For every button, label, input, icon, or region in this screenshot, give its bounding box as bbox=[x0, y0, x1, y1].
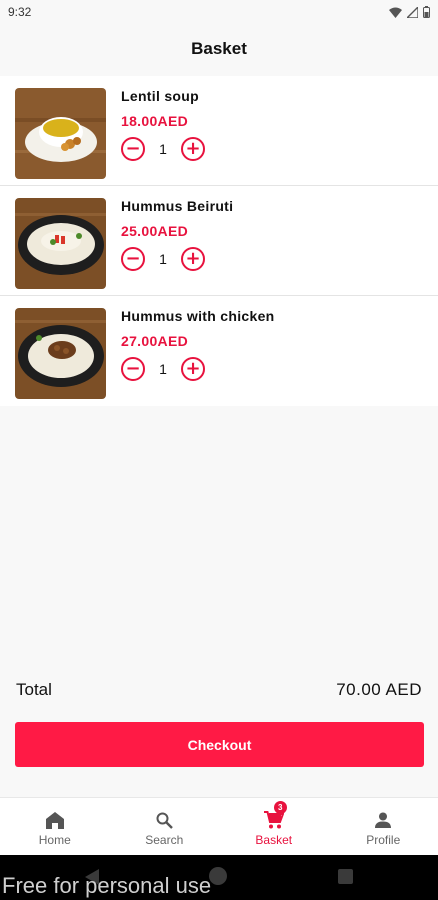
checkout-label: Checkout bbox=[187, 736, 252, 753]
home-button-icon[interactable] bbox=[209, 867, 227, 885]
decrease-quantity-button[interactable]: − bbox=[121, 137, 145, 161]
total-row: Total 70.00 AED bbox=[16, 676, 422, 704]
quantity-stepper: − 1 + bbox=[121, 357, 205, 381]
increase-quantity-button[interactable]: + bbox=[181, 357, 205, 381]
nav-label: Search bbox=[145, 833, 184, 847]
quantity-value: 1 bbox=[159, 141, 167, 157]
basket-item: Hummus Beiruti 25.00AED − 1 + bbox=[0, 186, 438, 296]
basket-item: Lentil soup 18.00AED − 1 + bbox=[0, 76, 438, 186]
person-icon bbox=[375, 810, 392, 830]
watermark: Free for personal use bbox=[2, 873, 212, 898]
nav-item-profile[interactable]: Profile bbox=[329, 798, 438, 855]
decrease-quantity-button[interactable]: − bbox=[121, 247, 145, 271]
nav-item-basket[interactable]: 3 Basket bbox=[219, 798, 329, 855]
quantity-value: 1 bbox=[159, 361, 167, 377]
page-title: Basket bbox=[191, 39, 247, 58]
nav-item-search[interactable]: Search bbox=[110, 798, 220, 855]
decrease-quantity-button[interactable]: − bbox=[121, 357, 145, 381]
item-name: Hummus with chicken bbox=[121, 308, 275, 324]
item-name: Lentil soup bbox=[121, 88, 199, 104]
increase-quantity-button[interactable]: + bbox=[181, 247, 205, 271]
item-name: Hummus Beiruti bbox=[121, 198, 234, 214]
checkout-button[interactable]: Checkout bbox=[15, 722, 424, 767]
quantity-stepper: − 1 + bbox=[121, 247, 205, 271]
app-bar: Basket bbox=[0, 24, 438, 74]
signal-icon bbox=[407, 6, 418, 18]
battery-icon bbox=[423, 6, 430, 18]
status-time: 9:32 bbox=[8, 5, 32, 19]
home-icon bbox=[45, 810, 64, 830]
basket-item: Hummus with chicken 27.00AED − 1 + bbox=[0, 296, 438, 406]
item-price: 18.00AED bbox=[121, 113, 188, 129]
wifi-icon bbox=[389, 7, 402, 18]
quantity-stepper: − 1 + bbox=[121, 137, 205, 161]
item-price: 27.00AED bbox=[121, 333, 188, 349]
hummus-beiruti-photo bbox=[15, 198, 106, 289]
nav-label: Home bbox=[38, 833, 71, 847]
nav-label: Basket bbox=[255, 833, 293, 847]
cart-icon: 3 bbox=[263, 801, 287, 830]
total-value: 70.00 AED bbox=[336, 680, 422, 699]
hummus-chicken-photo bbox=[15, 308, 106, 399]
nav-item-home[interactable]: Home bbox=[0, 798, 110, 855]
nav-label: Profile bbox=[366, 833, 401, 847]
quantity-value: 1 bbox=[159, 251, 167, 267]
status-bar: 9:32 bbox=[0, 0, 438, 24]
increase-quantity-button[interactable]: + bbox=[181, 137, 205, 161]
total-label: Total bbox=[16, 680, 52, 699]
item-price: 25.00AED bbox=[121, 223, 188, 239]
bottom-nav: Home Search 3 Basket Profile bbox=[0, 797, 438, 855]
search-icon bbox=[156, 810, 173, 830]
cart-count-badge: 3 bbox=[273, 801, 287, 814]
lentil-soup-photo bbox=[15, 88, 106, 179]
status-icons bbox=[389, 6, 430, 18]
recent-apps-icon[interactable] bbox=[338, 869, 353, 884]
basket-list: Lentil soup 18.00AED − 1 + Hummus Beirut… bbox=[0, 76, 438, 406]
